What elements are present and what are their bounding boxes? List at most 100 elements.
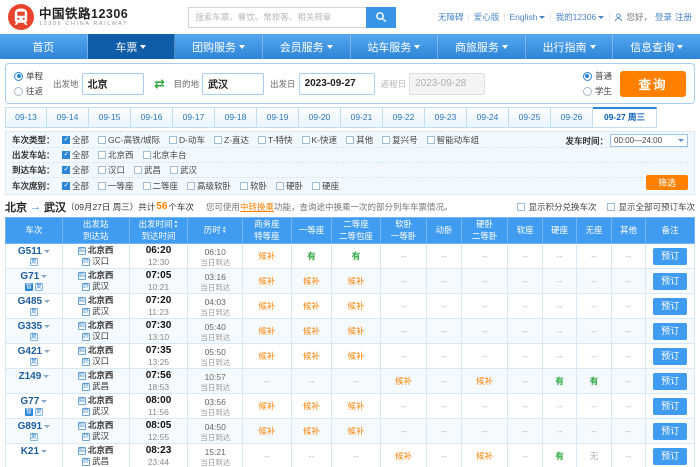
- book-button[interactable]: 预订: [653, 398, 687, 415]
- seat-cell-4[interactable]: 候补: [380, 369, 427, 394]
- filter-option-train-type-8[interactable]: 智能动车组: [427, 134, 480, 146]
- date-tab[interactable]: 09-14: [47, 107, 89, 128]
- filter-option-arrive-station-1[interactable]: 汉口: [98, 164, 125, 176]
- seat-cell-1[interactable]: 候补: [243, 394, 292, 419]
- train-number[interactable]: Z149: [6, 371, 62, 382]
- date-tab[interactable]: 09-19: [257, 107, 299, 128]
- swap-stations-button[interactable]: ⇄: [150, 76, 170, 92]
- top-link-1[interactable]: 无障碍: [438, 11, 464, 23]
- seat-cell-1[interactable]: 候补: [243, 244, 292, 269]
- filter-option-arrive-station-2[interactable]: 武昌: [134, 164, 161, 176]
- seat-cell-2[interactable]: 候补: [291, 419, 332, 444]
- filter-option-train-type-6[interactable]: 其他: [346, 134, 373, 146]
- seat-cell-1[interactable]: 候补: [243, 319, 292, 344]
- train-number[interactable]: G511: [6, 246, 62, 257]
- filter-option-train-type-2[interactable]: D-动车: [169, 134, 205, 146]
- top-link-4[interactable]: 我的12306: [556, 11, 605, 23]
- filter-option-seat-class-5[interactable]: 硬卧: [276, 180, 303, 192]
- trip-type-option-2[interactable]: 往返: [14, 85, 43, 97]
- seat-cell-1[interactable]: 候补: [243, 419, 292, 444]
- filter-option-depart-station-1[interactable]: 北京西: [98, 149, 134, 161]
- seat-cell-2[interactable]: 候补: [291, 269, 332, 294]
- nav-item-guide[interactable]: 出行指南: [526, 34, 614, 59]
- filter-option-train-type-7[interactable]: 复兴号: [382, 134, 418, 146]
- seat-cell-1[interactable]: 候补: [243, 269, 292, 294]
- seat-cell-6[interactable]: 候补: [461, 369, 508, 394]
- train-number[interactable]: G891: [6, 421, 62, 432]
- date-tab[interactable]: 09-24: [467, 107, 509, 128]
- register-link[interactable]: 注册: [675, 11, 692, 23]
- seat-cell-3[interactable]: 候补: [332, 344, 381, 369]
- nav-item-station[interactable]: 站车服务: [351, 34, 439, 59]
- from-input[interactable]: [82, 73, 144, 95]
- column-header-4[interactable]: 历时▲▼: [188, 218, 243, 244]
- nav-item-member[interactable]: 会员服务: [263, 34, 351, 59]
- nav-item-info[interactable]: 信息查询: [613, 34, 700, 59]
- nav-item-business[interactable]: 商旅服务: [438, 34, 526, 59]
- query-button[interactable]: 查询: [620, 71, 686, 97]
- seat-cell-1[interactable]: 候补: [243, 294, 292, 319]
- date-tab[interactable]: 09-25: [509, 107, 551, 128]
- filter-option-seat-class-2[interactable]: 二等座: [143, 180, 179, 192]
- filter-button[interactable]: 筛选: [646, 175, 688, 190]
- date-tab[interactable]: 09-17: [173, 107, 215, 128]
- filter-all-seat-class[interactable]: 全部: [62, 180, 89, 192]
- seat-cell-3[interactable]: 候补: [332, 394, 381, 419]
- column-header-3[interactable]: 出发时间▲▼到达时间: [129, 218, 188, 244]
- book-button[interactable]: 预订: [653, 373, 687, 390]
- seat-cell-2[interactable]: 候补: [291, 294, 332, 319]
- date-tab[interactable]: 09-26: [551, 107, 593, 128]
- book-button[interactable]: 预订: [653, 273, 687, 290]
- seat-cell-1[interactable]: 候补: [243, 344, 292, 369]
- filter-option-seat-class-1[interactable]: 一等座: [98, 180, 134, 192]
- filter-all-arrive-station[interactable]: 全部: [62, 164, 89, 176]
- filter-option-train-type-5[interactable]: K-快速: [302, 134, 338, 146]
- book-button[interactable]: 预订: [653, 348, 687, 365]
- train-number[interactable]: G71: [6, 271, 62, 282]
- train-number[interactable]: G77: [6, 396, 62, 407]
- train-number[interactable]: G421: [6, 346, 62, 357]
- filter-option-seat-class-4[interactable]: 软卧: [240, 180, 267, 192]
- seat-cell-2[interactable]: 候补: [291, 319, 332, 344]
- seat-cell-3[interactable]: 候补: [332, 419, 381, 444]
- trip-type-option-1[interactable]: 单程: [14, 70, 43, 82]
- date-tab[interactable]: 09-23: [425, 107, 467, 128]
- search-input[interactable]: [188, 7, 366, 28]
- filter-option-seat-class-3[interactable]: 高级软卧: [187, 180, 231, 192]
- nav-item-group[interactable]: 团购服务: [175, 34, 263, 59]
- book-button[interactable]: 预订: [653, 448, 687, 465]
- date-tab-active[interactable]: 09-27 周三: [593, 107, 657, 128]
- seat-cell-3[interactable]: 候补: [332, 294, 381, 319]
- login-link[interactable]: 登录: [655, 11, 672, 23]
- book-button[interactable]: 预订: [653, 423, 687, 440]
- filter-option-seat-class-6[interactable]: 硬座: [312, 180, 339, 192]
- checkbox-points-trains[interactable]: [517, 203, 525, 211]
- date-tab[interactable]: 09-21: [341, 107, 383, 128]
- date-tab[interactable]: 09-20: [299, 107, 341, 128]
- seat-cell-6[interactable]: 候补: [461, 444, 508, 467]
- filter-option-arrive-station-3[interactable]: 武汉: [170, 164, 197, 176]
- depart-time-select[interactable]: 00:00—24:00: [610, 134, 688, 147]
- seat-cell-2[interactable]: 候补: [291, 344, 332, 369]
- seat-cell-4[interactable]: 候补: [380, 444, 427, 467]
- to-input[interactable]: [202, 73, 264, 95]
- checkbox-bookable-trains[interactable]: [607, 203, 615, 211]
- train-number[interactable]: K21: [6, 446, 62, 457]
- filter-all-depart-station[interactable]: 全部: [62, 149, 89, 161]
- filter-option-train-type-4[interactable]: T-特快: [258, 134, 293, 146]
- filter-option-depart-station-2[interactable]: 北京丰台: [143, 149, 187, 161]
- seat-cell-2[interactable]: 候补: [291, 394, 332, 419]
- seat-cell-3[interactable]: 候补: [332, 319, 381, 344]
- top-link-2[interactable]: 爱心版: [474, 11, 500, 23]
- date-tab[interactable]: 09-18: [215, 107, 257, 128]
- filter-all-train-type[interactable]: 全部: [62, 134, 89, 146]
- transfer-link[interactable]: 中转换乘: [240, 202, 274, 212]
- date-tab[interactable]: 09-13: [5, 107, 47, 128]
- filter-option-train-type-1[interactable]: GC-高铁/城际: [98, 134, 160, 146]
- passenger-type-option-1[interactable]: 普通: [583, 70, 612, 82]
- train-number[interactable]: G335: [6, 321, 62, 332]
- train-number[interactable]: G485: [6, 296, 62, 307]
- seat-cell-3[interactable]: 候补: [332, 269, 381, 294]
- date-tab[interactable]: 09-16: [131, 107, 173, 128]
- date-tab[interactable]: 09-22: [383, 107, 425, 128]
